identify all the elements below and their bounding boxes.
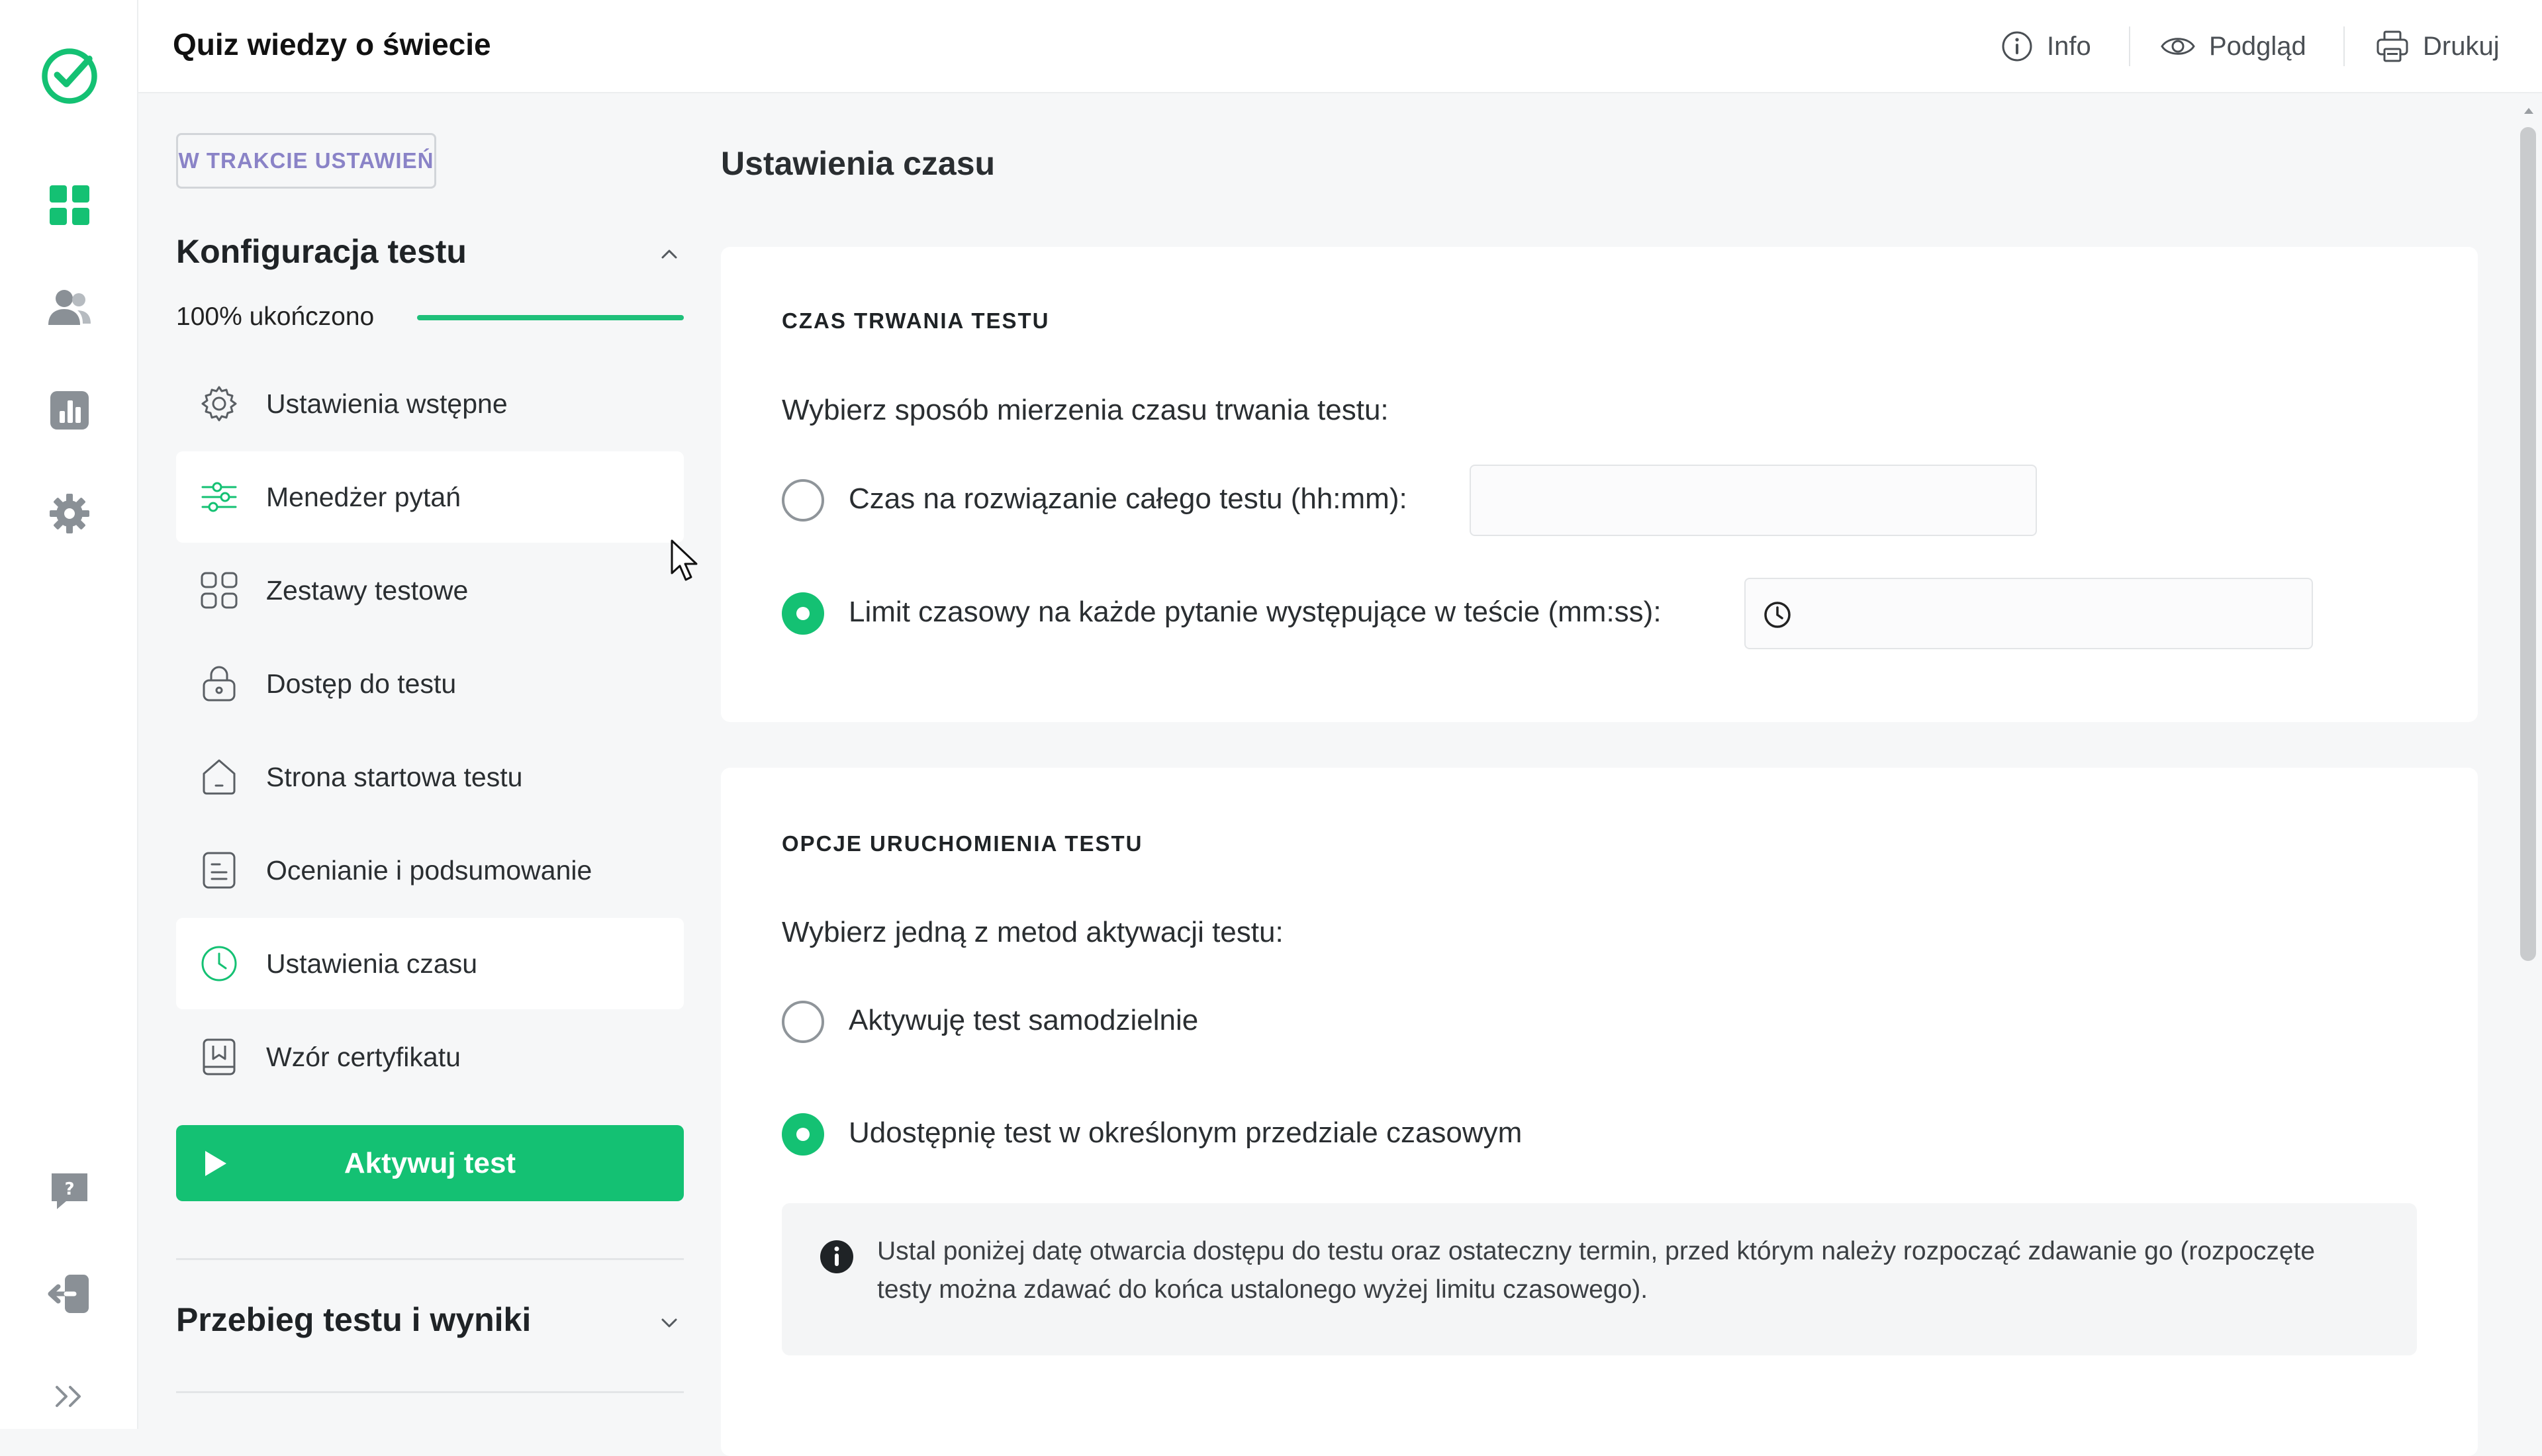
certificate-icon [203, 1038, 236, 1075]
activate-test-label: Aktywuj test [344, 1146, 516, 1179]
scrollbar-thumb[interactable] [2520, 127, 2536, 961]
toolbar-divider [2343, 26, 2345, 66]
sliders-icon [201, 482, 237, 512]
section-divider [176, 1258, 684, 1260]
dashboard-grid-icon[interactable] [40, 175, 99, 235]
info-circle-icon [2002, 31, 2032, 62]
scroll-up-arrow-icon[interactable] [2523, 106, 2535, 115]
status-badge: W TRAKCIE USTAWIEŃ [176, 133, 436, 189]
radio-total-time[interactable] [782, 479, 824, 522]
progress-bar [417, 315, 684, 320]
sidebar-item-label: Menedżer pytań [266, 481, 461, 512]
config-sidebar: W TRAKCIE USTAWIEŃ Konfiguracja testu 10… [138, 93, 721, 1429]
check-logo-icon[interactable] [40, 46, 99, 106]
printer-icon [2377, 30, 2408, 62]
info-button[interactable]: Info [2001, 25, 2091, 68]
sidebar-item-label: Ustawienia wstępne [266, 388, 508, 419]
sidebar-item-label: Wzór certyfikatu [266, 1041, 461, 1072]
radio-per-question-limit[interactable] [782, 592, 824, 635]
radio-time-window-label[interactable]: Udostępnię test w określonym przedziale … [849, 1116, 1522, 1150]
top-bar: Quiz wiedzy o świecie Info Podgląd Druku… [138, 0, 2542, 93]
per-question-time-input[interactable] [1744, 578, 2313, 649]
sidebar-item-time-settings[interactable]: Ustawienia czasu [176, 918, 684, 1009]
clock-icon [1764, 602, 1791, 628]
clock-icon [201, 946, 237, 981]
preview-button-label: Podgląd [2209, 31, 2306, 61]
sidebar-item-label: Strona startowa testu [266, 761, 523, 792]
progress-bar-fill [417, 315, 684, 320]
total-time-input[interactable] [1470, 465, 2037, 536]
expand-chevrons-icon[interactable] [40, 1367, 99, 1426]
reports-chart-icon[interactable] [40, 381, 99, 440]
logout-icon[interactable] [40, 1264, 99, 1324]
svg-text:?: ? [64, 1179, 74, 1199]
users-icon[interactable] [40, 278, 99, 338]
results-section-title[interactable]: Przebieg testu i wyniki [176, 1300, 531, 1339]
info-note: Ustal poniżej datę otwarcia dostępu do t… [782, 1203, 2417, 1355]
page-title: Ustawienia czasu [721, 145, 996, 182]
sidebar-item-certificate[interactable]: Wzór certyfikatu [176, 1011, 684, 1103]
radio-time-window[interactable] [782, 1113, 824, 1156]
sidebar-item-label: Ustawienia czasu [266, 948, 478, 979]
launch-question: Wybierz jedną z metod aktywacji testu: [782, 916, 1284, 948]
eye-icon [2161, 38, 2195, 55]
sidebar-item-initial-settings[interactable]: Ustawienia wstępne [176, 358, 684, 449]
settings-gear-icon[interactable] [40, 484, 99, 543]
info-button-label: Info [2047, 31, 2091, 61]
chevron-up-icon[interactable] [656, 240, 683, 267]
radio-activate-manually-label[interactable]: Aktywuję test samodzielnie [849, 1004, 1198, 1037]
lock-icon [203, 666, 236, 702]
sidebar-item-test-access[interactable]: Dostęp do testu [176, 638, 684, 729]
info-filled-icon [820, 1240, 853, 1273]
activate-test-button[interactable]: Aktywuj test [176, 1125, 684, 1201]
progress-label: 100% ukończono [176, 302, 375, 331]
section-divider [176, 1391, 684, 1393]
home-icon [203, 759, 236, 795]
help-question-icon[interactable]: ? [40, 1161, 99, 1221]
sidebar-item-label: Dostęp do testu [266, 668, 457, 699]
radio-total-time-label[interactable]: Czas na rozwiązanie całego testu (hh:mm)… [849, 482, 1407, 516]
sidebar-item-start-page[interactable]: Strona startowa testu [176, 731, 684, 823]
sidebar-item-label: Zestawy testowe [266, 574, 469, 606]
radio-activate-manually[interactable] [782, 1001, 824, 1043]
duration-section-label: CZAS TRWANIA TESTU [782, 308, 1050, 333]
sidebar-item-label: Ocenianie i podsumowanie [266, 854, 592, 886]
app-title: Quiz wiedzy o świecie [173, 27, 491, 62]
config-section-title[interactable]: Konfiguracja testu [176, 232, 467, 271]
play-icon [205, 1151, 226, 1176]
print-button[interactable]: Drukuj [2375, 25, 2500, 68]
info-note-text: Ustal poniżej datę otwarcia dostępu do t… [877, 1237, 2316, 1304]
scrollbar[interactable] [2518, 99, 2539, 1429]
radio-per-question-label[interactable]: Limit czasowy na każde pytanie występują… [849, 596, 1662, 629]
gear-icon [201, 386, 237, 422]
duration-card: CZAS TRWANIA TESTU Wybierz sposób mierze… [721, 247, 2478, 722]
sidebar-item-test-sets[interactable]: Zestawy testowe [176, 545, 684, 636]
mouse-cursor-icon [671, 539, 698, 581]
print-button-label: Drukuj [2423, 31, 2500, 61]
icon-rail: ? [0, 0, 138, 1429]
document-icon [203, 852, 236, 889]
sidebar-item-grading[interactable]: Ocenianie i podsumowanie [176, 825, 684, 916]
sidebar-item-question-manager[interactable]: Menedżer pytań [176, 451, 684, 543]
toolbar-divider [2129, 26, 2130, 66]
preview-button[interactable]: Podgląd [2160, 25, 2306, 68]
duration-question: Wybierz sposób mierzenia czasu trwania t… [782, 394, 1389, 426]
main-content: Ustawienia czasu CZAS TRWANIA TESTU Wybi… [721, 93, 2542, 1456]
chevron-down-icon[interactable] [656, 1310, 683, 1336]
tiles-icon [201, 572, 238, 609]
launch-section-label: OPCJE URUCHOMIENIA TESTU [782, 831, 1143, 856]
